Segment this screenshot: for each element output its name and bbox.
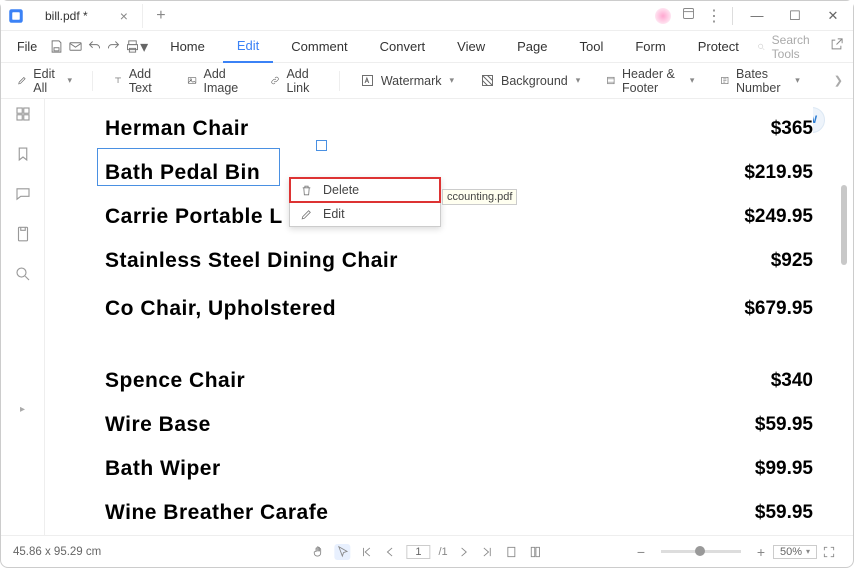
item-name: Stainless Steel Dining Chair [105, 249, 398, 273]
dimensions-readout: 45.86 x 95.29 cm [13, 546, 101, 558]
titlebar: bill.pdf * × + ⋮ — ☐ ✕ [1, 1, 853, 31]
bookmark-icon[interactable] [14, 145, 32, 163]
add-text-button[interactable]: Add Text [107, 67, 168, 95]
background-button[interactable]: Background▾ [474, 73, 586, 88]
fullscreen-icon[interactable] [821, 544, 837, 560]
item-name: Carrie Portable L [105, 205, 283, 229]
comment-panel-icon[interactable] [14, 185, 32, 203]
search-tools[interactable]: Search Tools [757, 33, 815, 61]
save-icon[interactable] [49, 35, 64, 59]
zoom-slider[interactable] [661, 550, 741, 553]
item-price: $679.95 [744, 298, 813, 320]
pencil-icon [300, 208, 313, 221]
item-name: Co Chair, Upholstered [105, 297, 336, 321]
mail-icon[interactable] [68, 35, 83, 59]
edit-all-button[interactable]: Edit All▾ [11, 67, 78, 95]
tab-home[interactable]: Home [156, 31, 219, 63]
selection-box[interactable] [97, 148, 280, 186]
item-name: Spence Chair [105, 369, 245, 393]
item-price: $249.95 [744, 206, 813, 228]
item-name: Wine Breather Carafe [105, 501, 328, 525]
trash-icon [300, 184, 313, 197]
search-panel-icon[interactable] [14, 265, 32, 283]
item-name: Wire Base [105, 413, 211, 437]
prev-page-icon[interactable] [382, 544, 398, 560]
context-delete[interactable]: Delete [290, 178, 440, 202]
fit-page-icon[interactable] [504, 544, 520, 560]
statusbar: 45.86 x 95.29 cm 1 /1 − + 50%▾ [1, 535, 853, 567]
kebab-menu-icon[interactable]: ⋮ [706, 6, 722, 26]
new-tab-button[interactable]: + [149, 7, 173, 25]
hand-tool-icon[interactable] [310, 544, 326, 560]
item-price: $99.95 [755, 458, 813, 480]
item-name: Bath Wiper [105, 457, 221, 481]
tooltip: ccounting.pdf [442, 189, 517, 205]
item-price: $219.95 [744, 162, 813, 184]
share-icon[interactable] [829, 37, 844, 57]
account-icon[interactable] [655, 8, 671, 24]
tab-form[interactable]: Form [621, 31, 679, 63]
first-page-icon[interactable] [358, 544, 374, 560]
item-price: $925 [771, 250, 813, 272]
tab-title: bill.pdf * [45, 9, 88, 23]
tab-page[interactable]: Page [503, 31, 561, 63]
tab-convert[interactable]: Convert [366, 31, 440, 63]
selection-handle[interactable] [316, 140, 327, 151]
left-sidebar: ▸ [1, 99, 45, 535]
next-page-icon[interactable] [456, 544, 472, 560]
document-tab[interactable]: bill.pdf * × [31, 4, 143, 28]
search-placeholder: Search Tools [772, 33, 815, 61]
attachment-icon[interactable] [14, 225, 32, 243]
item-price: $365 [771, 118, 813, 140]
maximize-button[interactable]: ☐ [781, 2, 809, 30]
undo-icon[interactable] [87, 35, 102, 59]
close-window-button[interactable]: ✕ [819, 2, 847, 30]
tab-view[interactable]: View [443, 31, 499, 63]
fit-width-icon[interactable] [528, 544, 544, 560]
menubar: File ▾ Home Edit Comment Convert View Pa… [1, 31, 853, 63]
page-number-input[interactable]: 1 [406, 545, 430, 559]
redo-icon[interactable] [106, 35, 121, 59]
last-page-icon[interactable] [480, 544, 496, 560]
add-image-button[interactable]: Add Image [181, 67, 250, 95]
page-count: /1 [438, 546, 447, 558]
bates-number-button[interactable]: Bates Number▾ [714, 67, 805, 95]
search-icon [757, 40, 766, 54]
zoom-thumb[interactable] [695, 546, 705, 556]
vertical-scrollbar[interactable] [841, 185, 847, 265]
zoom-in-icon[interactable]: + [753, 544, 769, 560]
tab-comment[interactable]: Comment [277, 31, 361, 63]
file-menu[interactable]: File [9, 40, 45, 54]
select-tool-icon[interactable] [334, 544, 350, 560]
expand-sidebar-icon[interactable]: ▸ [20, 404, 25, 415]
item-price: $59.95 [755, 502, 813, 524]
item-price: $59.95 [755, 414, 813, 436]
header-footer-button[interactable]: Header & Footer▾ [600, 67, 700, 95]
print-icon[interactable]: ▾ [125, 35, 148, 59]
tab-tool[interactable]: Tool [566, 31, 618, 63]
context-edit[interactable]: Edit [290, 202, 440, 226]
app-icon[interactable] [1, 1, 31, 31]
notification-icon[interactable] [681, 6, 696, 26]
minimize-button[interactable]: — [743, 2, 771, 30]
zoom-out-icon[interactable]: − [633, 544, 649, 560]
divider [732, 7, 733, 25]
item-name: Herman Chair [105, 117, 249, 141]
tab-protect[interactable]: Protect [684, 31, 753, 63]
add-link-button[interactable]: Add Link [264, 67, 325, 95]
watermark-button[interactable]: Watermark▾ [354, 73, 460, 88]
document-area[interactable]: W Herman Chair$365 Bath Pedal Bin$219.95… [45, 99, 853, 535]
zoom-value[interactable]: 50%▾ [773, 545, 817, 559]
overflow-icon[interactable]: ❯ [834, 74, 843, 87]
edit-toolbar: Edit All▾ Add Text Add Image Add Link Wa… [1, 63, 853, 99]
item-price: $340 [771, 370, 813, 392]
close-tab-icon[interactable]: × [120, 8, 128, 24]
context-menu: Delete Edit [289, 177, 441, 227]
thumbnails-icon[interactable] [14, 105, 32, 123]
tab-edit[interactable]: Edit [223, 31, 273, 63]
